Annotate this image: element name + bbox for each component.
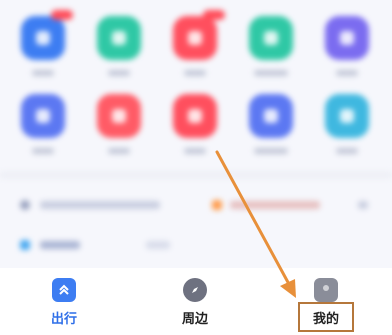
- tab-zhoubian[interactable]: 周边: [160, 278, 230, 327]
- app-icon: [325, 16, 369, 60]
- app-tile[interactable]: [165, 10, 225, 76]
- info-icon: [20, 240, 30, 250]
- chevron-right-icon: [358, 201, 368, 209]
- app-tile[interactable]: [317, 94, 377, 154]
- tab-label: 出行: [50, 312, 77, 327]
- app-tile[interactable]: [13, 94, 73, 154]
- app-icon: [249, 16, 293, 60]
- app-label-placeholder: [184, 148, 206, 154]
- profile-icon: [314, 278, 338, 302]
- app-icon: [21, 10, 73, 60]
- app-screen: 出行 周边 我的: [0, 0, 392, 335]
- compass-icon: [183, 278, 207, 302]
- blurred-background-content: [0, 0, 392, 270]
- app-tile[interactable]: [13, 10, 73, 76]
- info-subtext-placeholder: [146, 241, 170, 249]
- promo-icon: [212, 200, 222, 210]
- notification-badge: [203, 10, 225, 20]
- app-label-placeholder: [184, 70, 206, 76]
- notice-icon: [20, 200, 30, 210]
- app-tile[interactable]: [165, 94, 225, 154]
- app-icon: [325, 94, 369, 138]
- double-chevron-up-icon: [52, 278, 76, 302]
- app-tile[interactable]: [241, 16, 301, 76]
- app-label-placeholder: [336, 70, 358, 76]
- app-grid: [0, 0, 392, 170]
- app-label-placeholder: [108, 70, 130, 76]
- app-tile[interactable]: [241, 94, 301, 154]
- app-label-placeholder: [108, 148, 130, 154]
- notification-badge: [51, 10, 73, 20]
- app-label-placeholder: [32, 70, 54, 76]
- app-tile[interactable]: [317, 16, 377, 76]
- info-row-secondary[interactable]: [0, 230, 392, 260]
- tab-chuxing[interactable]: 出行: [29, 278, 99, 327]
- highlight-box: [298, 302, 354, 332]
- tab-label: 周边: [181, 312, 208, 327]
- app-label-placeholder: [254, 70, 288, 76]
- app-icon: [21, 94, 65, 138]
- app-label-placeholder: [32, 148, 54, 154]
- notice-text-placeholder: [40, 201, 160, 209]
- app-label-placeholder: [336, 148, 358, 154]
- app-tile[interactable]: [89, 94, 149, 154]
- app-icon: [173, 94, 217, 138]
- promo-text-placeholder: [230, 201, 320, 209]
- app-tile[interactable]: [89, 16, 149, 76]
- section-divider: [0, 172, 392, 178]
- app-icon: [97, 16, 141, 60]
- info-row-notice[interactable]: [0, 190, 392, 220]
- app-icon: [173, 10, 225, 60]
- app-icon: [249, 94, 293, 138]
- app-icon: [97, 94, 141, 138]
- info-text-placeholder: [40, 241, 80, 249]
- app-label-placeholder: [254, 148, 288, 154]
